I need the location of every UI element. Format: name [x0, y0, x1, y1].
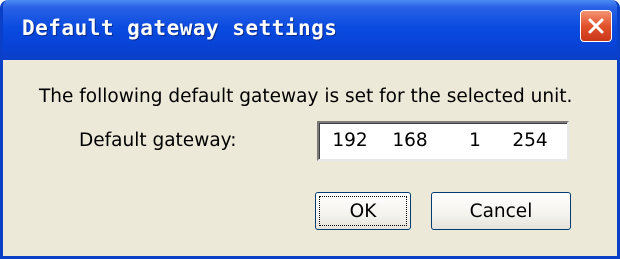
dialog-window: Default gateway settings The following d…: [0, 0, 620, 259]
title-bar[interactable]: Default gateway settings: [3, 0, 617, 60]
ip-octet-3[interactable]: 1: [455, 130, 495, 151]
close-icon: [586, 16, 606, 36]
gateway-label: Default gateway:: [79, 130, 237, 151]
window-title: Default gateway settings: [22, 16, 338, 40]
ip-octet-2[interactable]: 168: [390, 130, 430, 151]
cancel-button[interactable]: Cancel: [431, 192, 571, 230]
gateway-ip-input[interactable]: 192 168 1 254: [317, 121, 569, 161]
dialog-message: The following default gateway is set for…: [39, 86, 573, 107]
cancel-button-label: Cancel: [469, 200, 533, 222]
ip-octet-1[interactable]: 192: [330, 130, 370, 151]
ok-button[interactable]: OK: [315, 192, 411, 230]
focus-ring: [319, 196, 407, 226]
ip-octet-4[interactable]: 254: [510, 130, 550, 151]
close-button[interactable]: [580, 10, 612, 42]
